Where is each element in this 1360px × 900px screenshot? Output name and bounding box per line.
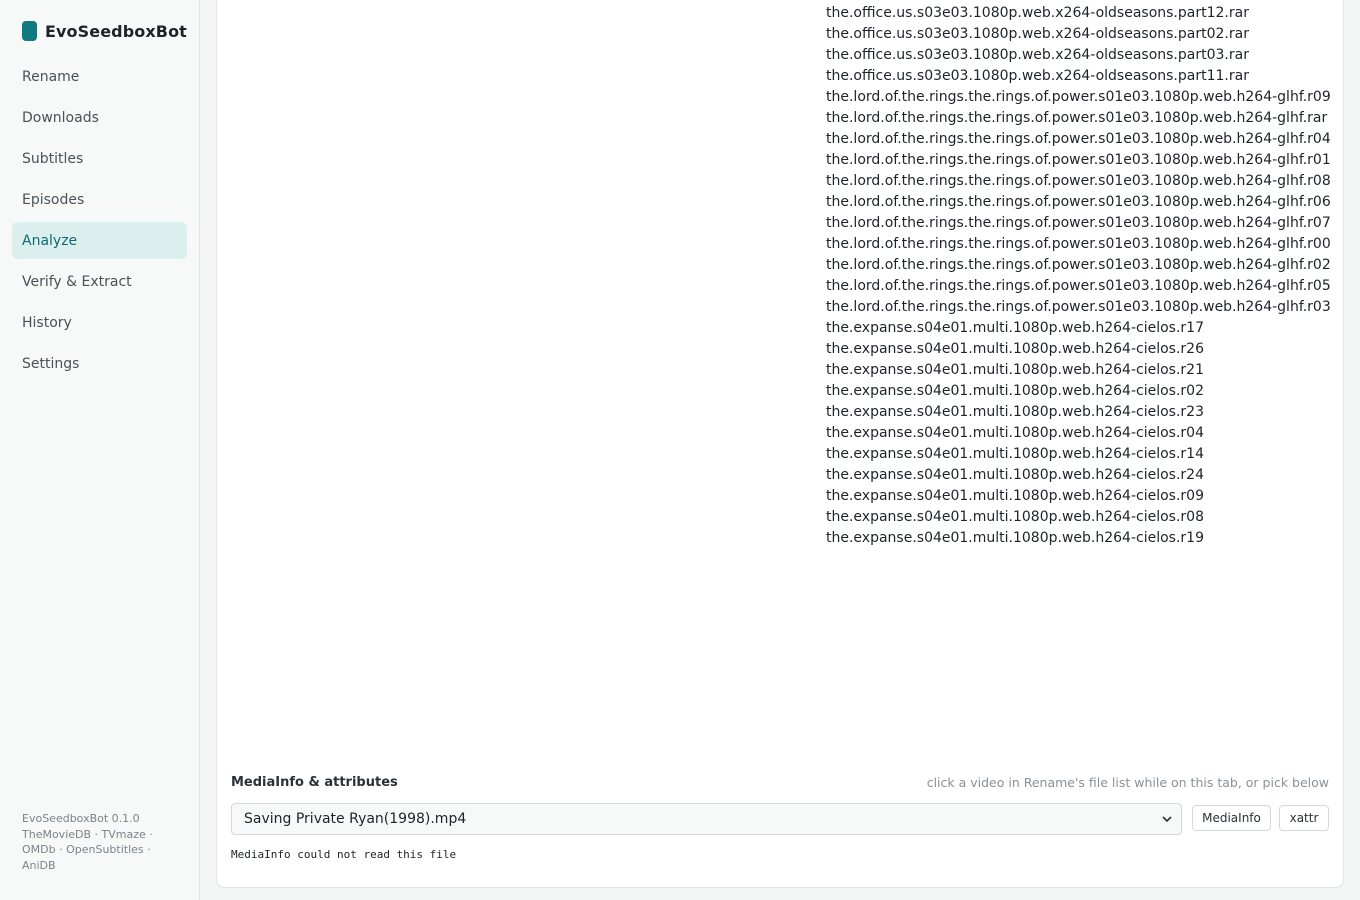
list-item: the.expanse.s04e01.multi.1080p.web.h264-… — [826, 530, 1204, 546]
app-name: EvoSeedboxBot — [45, 21, 187, 41]
sidebar-item-subtitles[interactable]: Subtitles — [12, 140, 187, 177]
list-item: the.expanse.s04e01.multi.1080p.web.h264-… — [826, 383, 1204, 399]
list-item: the.lord.of.the.rings.the.rings.of.power… — [826, 173, 1331, 189]
chevron-down-icon — [1162, 816, 1172, 823]
list-item: the.lord.of.the.rings.the.rings.of.power… — [826, 131, 1331, 147]
list-item: the.lord.of.the.rings.the.rings.of.power… — [826, 215, 1331, 231]
list-item: the.lord.of.the.rings.the.rings.of.power… — [826, 278, 1331, 294]
mediainfo-section-title: MediaInfo & attributes — [231, 775, 398, 790]
list-item: the.office.us.s03e03.1080p.web.x264-olds… — [826, 47, 1249, 63]
sidebar-item-downloads[interactable]: Downloads — [12, 99, 187, 136]
sidebar: EvoSeedboxBot Rename Downloads Subtitles… — [0, 0, 200, 900]
xattr-button[interactable]: xattr — [1279, 805, 1329, 831]
analyze-card: the.office.us.s03e03.1080p.web.x264-olds… — [216, 0, 1344, 888]
list-item: the.lord.of.the.rings.the.rings.of.power… — [826, 110, 1328, 126]
list-item: the.expanse.s04e01.multi.1080p.web.h264-… — [826, 341, 1204, 357]
list-item: the.lord.of.the.rings.the.rings.of.power… — [826, 236, 1331, 252]
brand[interactable]: EvoSeedboxBot — [22, 20, 187, 42]
list-item: the.lord.of.the.rings.the.rings.of.power… — [826, 257, 1331, 273]
list-item: the.expanse.s04e01.multi.1080p.web.h264-… — [826, 467, 1204, 483]
sidebar-nav: Rename Downloads Subtitles Episodes Anal… — [12, 58, 187, 386]
selected-file-value: Saving Private Ryan(1998).mp4 — [244, 811, 467, 827]
logo-icon — [22, 21, 37, 41]
mediainfo-output: MediaInfo could not read this file — [231, 848, 457, 861]
list-item: the.lord.of.the.rings.the.rings.of.power… — [826, 194, 1331, 210]
mediainfo-button[interactable]: MediaInfo — [1192, 805, 1271, 831]
list-item: the.lord.of.the.rings.the.rings.of.power… — [826, 299, 1331, 315]
sidebar-item-rename[interactable]: Rename — [12, 58, 187, 95]
version-text: EvoSeedboxBot 0.1.0 — [22, 812, 140, 825]
list-item: the.lord.of.the.rings.the.rings.of.power… — [826, 152, 1331, 168]
list-item: the.expanse.s04e01.multi.1080p.web.h264-… — [826, 362, 1204, 378]
list-item: the.lord.of.the.rings.the.rings.of.power… — [826, 89, 1331, 105]
video-file-select[interactable]: Saving Private Ryan(1998).mp4 — [231, 803, 1182, 835]
sidebar-item-analyze[interactable]: Analyze — [12, 222, 187, 259]
list-item: the.expanse.s04e01.multi.1080p.web.h264-… — [826, 425, 1204, 441]
list-item: the.office.us.s03e03.1080p.web.x264-olds… — [826, 5, 1249, 21]
list-item: the.expanse.s04e01.multi.1080p.web.h264-… — [826, 320, 1204, 336]
sidebar-item-settings[interactable]: Settings — [12, 345, 187, 382]
list-item: the.office.us.s03e03.1080p.web.x264-olds… — [826, 68, 1249, 84]
credits-text: TheMovieDB · TVmaze · OMDb · OpenSubtitl… — [22, 827, 153, 873]
sidebar-footer: EvoSeedboxBot 0.1.0 TheMovieDB · TVmaze … — [22, 811, 172, 874]
sidebar-item-episodes[interactable]: Episodes — [12, 181, 187, 218]
mediainfo-hint: click a video in Rename's file list whil… — [926, 775, 1329, 790]
sidebar-item-verify-extract[interactable]: Verify & Extract — [12, 263, 187, 300]
sidebar-item-history[interactable]: History — [12, 304, 187, 341]
list-item: the.office.us.s03e03.1080p.web.x264-olds… — [826, 26, 1249, 42]
list-item: the.expanse.s04e01.multi.1080p.web.h264-… — [826, 509, 1204, 525]
list-item: the.expanse.s04e01.multi.1080p.web.h264-… — [826, 404, 1204, 420]
list-item: the.expanse.s04e01.multi.1080p.web.h264-… — [826, 488, 1204, 504]
list-item: the.expanse.s04e01.multi.1080p.web.h264-… — [826, 446, 1204, 462]
archive-file-list: the.office.us.s03e03.1080p.web.x264-olds… — [826, 0, 1336, 549]
